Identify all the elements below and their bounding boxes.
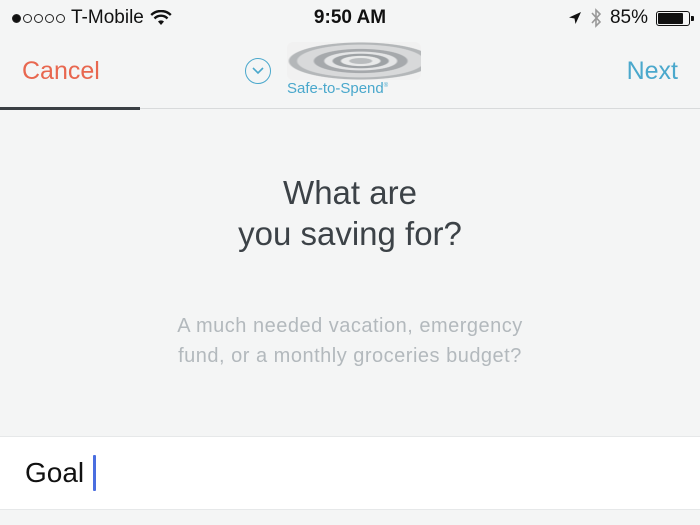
navigation-bar: Cancel Safe-to-Spend® Next [0,36,700,110]
battery-fill [658,12,684,24]
title-line-1: What are [283,174,417,211]
swirl-logo-image [287,42,421,80]
progress-underline [0,107,140,110]
goal-input[interactable] [25,451,665,495]
title-line-2: you saving for? [238,215,462,252]
status-right: 85% [568,7,694,29]
battery-percent: 85% [609,7,648,28]
brand-name-text: Safe-to-Spend [287,80,384,97]
subtitle-line-2: fund, or a monthly groceries budget? [178,345,522,367]
cancel-button[interactable]: Cancel [22,57,100,86]
battery-icon [656,10,694,26]
next-button[interactable]: Next [627,57,678,86]
page-title: What are you saving for? [0,172,700,254]
subtitle-line-1: A much needed vacation, emergency [177,315,523,337]
text-caret [93,455,96,491]
status-bar: T-Mobile 9:50 AM 85% [0,0,700,36]
bluetooth-icon [591,8,602,28]
registered-mark: ® [383,83,389,89]
brand-name: Safe-to-Spend® [287,80,388,97]
brand-logo[interactable]: Safe-to-Spend® [245,40,425,102]
goal-field-container [0,436,700,510]
page-subtitle: A much needed vacation, emergency fund, … [0,311,700,371]
location-arrow-icon [568,12,581,24]
chevron-down-circle-icon[interactable] [245,58,271,84]
